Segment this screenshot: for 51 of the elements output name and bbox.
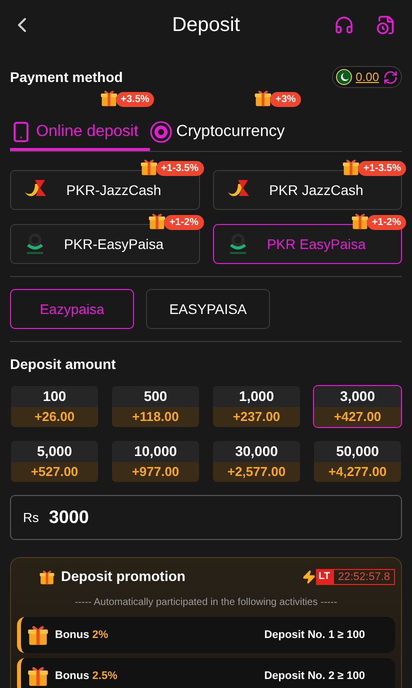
page-title: Deposit <box>172 13 240 38</box>
gift-icon <box>342 158 360 176</box>
deposit-condition: Deposit No. 1 ≥ 100 <box>264 628 365 643</box>
bonus-badge: +1-2% <box>164 215 204 230</box>
refresh-icon[interactable] <box>383 70 398 84</box>
flag-icon <box>336 69 352 85</box>
payment-channel[interactable]: PKR-JazzCash <box>10 170 200 210</box>
amount-option[interactable]: 30,000 +2,577.00 <box>212 440 301 483</box>
promotion-title: Deposit promotion <box>61 567 186 586</box>
amount-option[interactable]: 10,000 +977.00 <box>111 440 200 483</box>
amount-option[interactable]: 5,000 +527.00 <box>10 440 99 483</box>
gift-icon <box>140 158 158 176</box>
currency-label: Rs <box>23 508 39 527</box>
gift-icon <box>254 89 272 107</box>
gift-icon <box>39 568 55 584</box>
amount-value: 3000 <box>48 506 89 529</box>
payment-channel[interactable]: PKR EasyPaisa <box>212 224 402 264</box>
coin-icon <box>150 120 172 142</box>
bonus-badge: +1-3.5% <box>156 161 204 176</box>
lt-tag: LT <box>316 568 333 584</box>
bonus-badge: +1-2% <box>366 215 406 230</box>
amount-option[interactable]: 1,000 +237.00 <box>212 385 301 428</box>
bonus-badge: +1-3.5% <box>358 161 406 176</box>
channel-option[interactable]: EASYPAISA <box>146 289 270 329</box>
payment-channel[interactable]: PKR JazzCash <box>212 170 402 210</box>
payment-channel[interactable]: PKR-EasyPaisa <box>10 224 200 264</box>
history-icon[interactable] <box>376 15 396 35</box>
promotion-subtitle: ----- Automatically participated in the following activities ----- <box>74 596 338 610</box>
bonus-label: Bonus 2% <box>55 628 108 643</box>
balance-amount: 0.00 <box>356 69 379 86</box>
channel-option[interactable]: Eazypaisa <box>10 289 134 329</box>
bonus-label: Bonus 2.5% <box>55 668 118 684</box>
gift-icon <box>100 89 118 107</box>
amount-option[interactable]: 50,000 +4,277.00 <box>313 440 402 483</box>
bonus-badge: +3% <box>270 92 301 107</box>
countdown-timer: 22:52:57.8 <box>333 568 395 584</box>
support-icon[interactable] <box>334 15 354 35</box>
deposit-condition: Deposit No. 2 ≥ 100 <box>264 668 365 684</box>
amount-option[interactable]: 500 +118.00 <box>111 385 200 428</box>
gift-icon <box>350 212 369 230</box>
amount-option[interactable]: 3,000 +427.00 <box>313 385 402 428</box>
section-title: Payment method <box>10 68 123 87</box>
bonus-badge: +3.5% <box>116 92 154 107</box>
tab[interactable]: Online deposit <box>10 115 150 151</box>
lightning-icon <box>302 570 316 584</box>
tab[interactable]: Cryptocurrency <box>150 115 297 151</box>
gift-icon <box>148 212 166 230</box>
amount-option[interactable]: 100 +26.00 <box>10 385 99 428</box>
section-title: Deposit amount <box>10 355 117 374</box>
amount-field[interactable]: Rs 3000 <box>10 495 402 540</box>
gift-icon <box>27 624 49 646</box>
